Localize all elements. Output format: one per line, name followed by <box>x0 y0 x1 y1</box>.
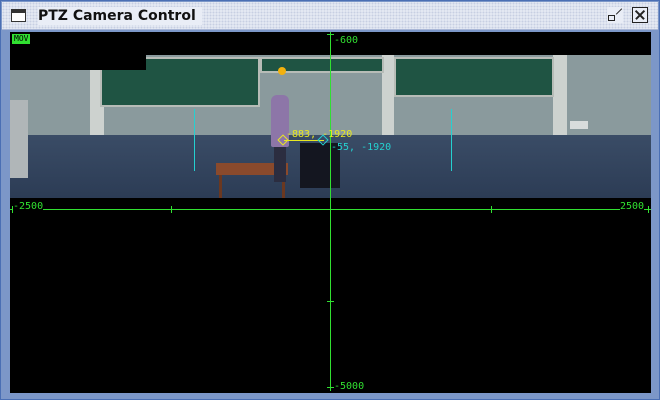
target-coordinate: -883, -1920 <box>286 129 353 140</box>
frame-right-edge <box>451 109 452 171</box>
tilt-tick <box>327 301 334 302</box>
pan-min-label: -2500 <box>13 201 44 212</box>
tilt-top-label: -600 <box>334 35 359 46</box>
ptz-camera-window: PTZ Camera Control -2500 2500 -600 -5000… <box>0 0 660 400</box>
restore-window-icon[interactable] <box>607 7 623 23</box>
pan-tick <box>491 206 492 213</box>
title-bar[interactable]: PTZ Camera Control <box>2 2 658 30</box>
feed-mask <box>10 55 146 70</box>
tracking-marker[interactable] <box>278 67 286 75</box>
pan-max-label: 2500 <box>620 201 645 212</box>
pan-tick <box>171 206 172 213</box>
pan-axis <box>10 209 651 210</box>
window-title: PTZ Camera Control <box>38 7 202 25</box>
frame-left-edge <box>194 109 195 171</box>
tilt-tick <box>327 34 334 35</box>
window-icon <box>11 9 26 22</box>
tilt-bottom-label: -5000 <box>334 381 365 391</box>
current-coordinate: -55, -1920 <box>331 142 392 153</box>
tilt-tick <box>327 387 334 388</box>
camera-view[interactable]: -2500 2500 -600 -5000 MOV -883, -1920 -5… <box>10 32 651 391</box>
pan-tick <box>648 206 649 213</box>
mode-badge: MOV <box>12 34 31 44</box>
view-bottom-border <box>10 391 651 393</box>
tilt-axis <box>330 32 331 391</box>
close-icon[interactable] <box>632 7 648 23</box>
